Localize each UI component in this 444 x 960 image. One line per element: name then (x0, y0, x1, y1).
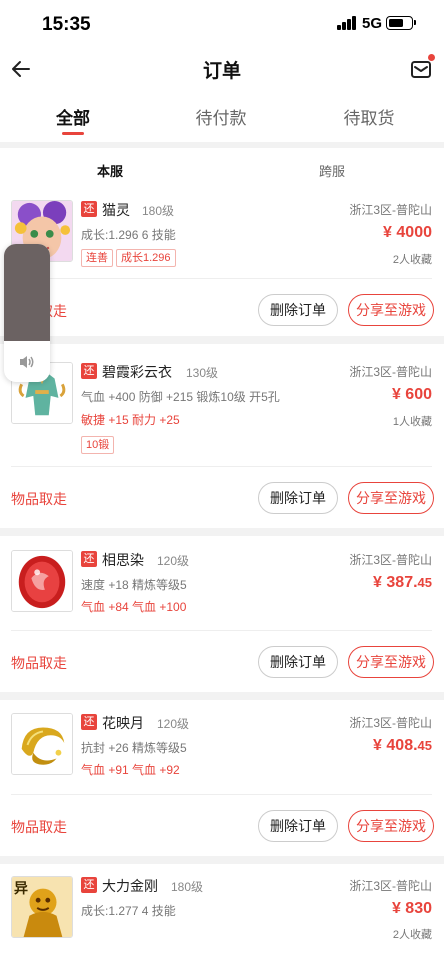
item-chip: 成长1.296 (116, 249, 176, 267)
divider (11, 630, 432, 631)
mail-icon (411, 61, 431, 78)
tab-cross-server[interactable]: 跨服 (292, 161, 372, 180)
item-name: 花映月 (102, 715, 144, 731)
item-thumbnail (11, 550, 73, 612)
item-server: 浙江3区-普陀山 (349, 365, 432, 379)
return-tag: 还 (81, 877, 97, 893)
item-thumbnail: 异 (11, 876, 73, 938)
item-stats-extra: 敏捷 +15 耐力 +25 (81, 413, 180, 427)
item-stats: 成长:1.296 6 技能 (81, 228, 176, 242)
item-name: 相思染 (102, 552, 144, 568)
delete-order-button[interactable]: 删除订单 (258, 294, 338, 326)
status-bar: 15:35 5G (0, 0, 444, 48)
pickup-status: 物品取走 (11, 491, 67, 507)
favorite-count: 1人收藏 (392, 416, 432, 428)
order-card[interactable]: 还 猫灵 180级 浙江3区-普陀山 成长:1.296 6 技能 ¥ 4000 … (0, 190, 444, 336)
gold-bracelet-icon (12, 714, 72, 774)
item-level: 120级 (157, 554, 190, 568)
item-price: ¥ 387.45 (373, 574, 432, 591)
mail-button[interactable] (410, 54, 436, 80)
active-tab-indicator (62, 132, 84, 135)
volume-overlay[interactable] (4, 244, 50, 382)
favorite-count: 2人收藏 (392, 929, 432, 941)
red-gem-icon (12, 551, 72, 611)
status-time: 15:35 (42, 14, 91, 35)
delete-order-button[interactable]: 删除订单 (258, 810, 338, 842)
item-level: 180级 (171, 880, 204, 894)
return-tag: 还 (81, 363, 97, 379)
item-price: ¥ 4000 (383, 224, 432, 241)
order-card[interactable]: 异 还 大力金刚 180级 浙江3区-普陀山 成长:1.277 4 技能 ¥ 8… (0, 864, 444, 960)
order-card[interactable]: 还 碧霞彩云衣 130级 浙江3区-普陀山 气血 +400 防御 +215 锻炼… (0, 344, 444, 528)
speaker-icon (20, 356, 34, 368)
delete-order-button[interactable]: 删除订单 (258, 482, 338, 514)
item-name: 猫灵 (102, 202, 130, 218)
network-type: 5G (362, 15, 383, 32)
item-chip: 连善 (81, 249, 113, 267)
volume-level (4, 244, 50, 341)
item-level: 120级 (157, 717, 190, 731)
tab-pending-payment[interactable]: 待付款 (161, 104, 281, 129)
item-name: 碧霞彩云衣 (102, 364, 172, 380)
battery-icon (386, 16, 416, 30)
divider (11, 466, 432, 467)
order-card[interactable]: 还 相思染 120级 浙江3区-普陀山 速度 +18 精炼等级5 ¥ 387.4… (0, 536, 444, 692)
item-price: ¥ 600 (391, 386, 432, 403)
page-title: 订单 (202, 61, 241, 82)
return-tag: 还 (81, 551, 97, 567)
item-server: 浙江3区-普陀山 (349, 203, 432, 217)
tab-all[interactable]: 全部 (13, 104, 133, 129)
item-price: ¥ 830 (391, 900, 432, 917)
item-stats-extra: 气血 +84 气血 +100 (81, 600, 187, 614)
unread-dot (428, 54, 435, 61)
variant-badge: 异 (14, 880, 28, 896)
divider (11, 278, 432, 279)
divider (11, 794, 432, 795)
nav-bar: 订单 (0, 48, 444, 90)
item-server: 浙江3区-普陀山 (349, 553, 432, 567)
tab-pending-pickup[interactable]: 待取货 (309, 104, 429, 129)
item-stats: 速度 +18 精炼等级5 (81, 578, 187, 592)
item-server: 浙江3区-普陀山 (349, 879, 432, 893)
tab-this-server[interactable]: 本服 (70, 161, 150, 180)
return-tag: 还 (81, 201, 97, 217)
item-level: 180级 (142, 204, 175, 218)
item-stats-extra: 气血 +91 气血 +92 (81, 763, 180, 777)
delete-order-button[interactable]: 删除订单 (258, 646, 338, 678)
favorite-count: 2人收藏 (392, 254, 432, 266)
pickup-status: 物品取走 (11, 655, 67, 671)
share-to-game-button[interactable]: 分享至游戏 (348, 810, 434, 842)
item-name: 大力金刚 (102, 878, 158, 894)
item-level: 130级 (186, 366, 219, 380)
share-to-game-button[interactable]: 分享至游戏 (348, 294, 434, 326)
item-price: ¥ 408.45 (373, 737, 432, 754)
server-tabs: 本服 跨服 (0, 148, 444, 190)
item-chip: 10锻 (81, 436, 115, 454)
share-to-game-button[interactable]: 分享至游戏 (348, 482, 434, 514)
order-tabs: 全部 待付款 待取货 (0, 90, 444, 142)
item-thumbnail (11, 713, 73, 775)
pickup-status: 物品取走 (11, 819, 67, 835)
return-tag: 还 (81, 714, 97, 730)
item-stats: 成长:1.277 4 技能 (81, 904, 176, 918)
item-stats: 气血 +400 防御 +215 锻炼10级 开5孔 (81, 390, 280, 404)
order-card[interactable]: 还 花映月 120级 浙江3区-普陀山 抗封 +26 精炼等级5 ¥ 408.4… (0, 700, 444, 856)
share-to-game-button[interactable]: 分享至游戏 (348, 646, 434, 678)
signal-icon (337, 16, 357, 30)
item-stats: 抗封 +26 精炼等级5 (81, 741, 187, 755)
item-server: 浙江3区-普陀山 (349, 716, 432, 730)
